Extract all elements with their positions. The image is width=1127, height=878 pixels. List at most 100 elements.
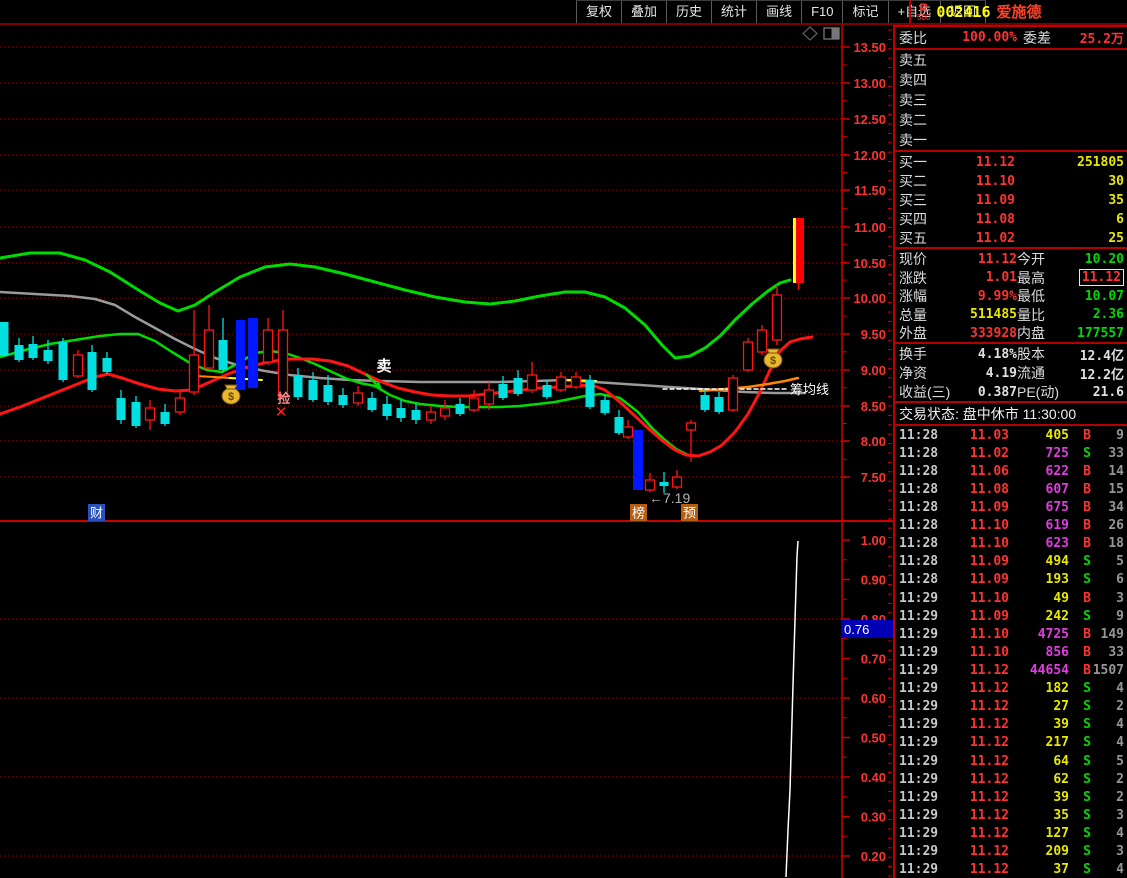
fund-value: 4.18% (977, 346, 1017, 362)
candle-down (160, 412, 170, 424)
tick-row[interactable]: 11:29 11.12 209 S 3 (895, 843, 1127, 861)
tick-list[interactable]: 11:28 11.03 405 B 9 11:28 11.02 725 S 33 11:28 11.0… (895, 426, 1127, 878)
sub-axis-label: 0.90 (861, 573, 886, 588)
tick-row[interactable]: 11:28 11.06 622 B 14 (895, 462, 1127, 480)
tick-price: 11.10 (969, 626, 1009, 642)
tick-count: 6 (1116, 572, 1124, 588)
tick-price: 11.10 (969, 518, 1009, 534)
candle-down (600, 400, 610, 413)
tick-time: 11:29 (899, 608, 939, 624)
price-axis-label: 8.00 (861, 434, 886, 449)
candle-up (555, 376, 567, 391)
tick-row[interactable]: 11:29 11.12 62 S 2 (895, 770, 1127, 788)
tick-price: 11.10 (969, 644, 1009, 660)
diamond-icon[interactable] (802, 26, 818, 41)
tick-count: 3 (1116, 844, 1124, 860)
ask-row[interactable]: 卖二 (895, 110, 1127, 130)
sub-axis-label: 0.30 (861, 810, 886, 825)
tick-row[interactable]: 11:29 11.10 856 B 33 (895, 643, 1127, 661)
tick-volume: 856 (1045, 644, 1069, 660)
toolbar-button-历史[interactable]: 历史 (666, 1, 711, 23)
candle-down (293, 375, 303, 397)
tick-count: 26 (1108, 518, 1124, 534)
weicha-label: 委差 (1023, 29, 1051, 46)
panel-fill (831, 28, 839, 39)
tick-row[interactable]: 11:29 11.12 37 S 4 (895, 861, 1127, 878)
bid-row[interactable]: 买五 11.02 25 (895, 228, 1127, 247)
toolbar-button-统计[interactable]: 统计 (711, 1, 756, 23)
ask-row[interactable]: 卖五 (895, 50, 1127, 70)
bid-row[interactable]: 买四 11.08 6 (895, 209, 1127, 228)
tick-volume: 62 (1053, 771, 1069, 787)
ask-row[interactable]: 卖三 (895, 90, 1127, 110)
bid-price: 11.12 (975, 154, 1015, 170)
fundamental-row: 净资 4.19 流通 12.2亿 (895, 363, 1127, 383)
toolbar-button-复权[interactable]: 复权 (576, 1, 621, 23)
tick-row[interactable]: 11:29 11.10 49 B 3 (895, 589, 1127, 607)
candle-down (43, 350, 53, 361)
tick-time: 11:28 (899, 481, 939, 497)
candle-down (498, 384, 508, 398)
toolbar-button-叠加[interactable]: 叠加 (621, 1, 666, 23)
tick-row[interactable]: 11:29 11.12 39 S 2 (895, 788, 1127, 806)
split-panel-icon[interactable] (823, 27, 840, 40)
event-badge-预[interactable]: 预 (681, 504, 698, 521)
tick-count: 9 (1116, 427, 1124, 443)
tick-row[interactable]: 11:29 11.09 242 S 9 (895, 607, 1127, 625)
candle-down (28, 344, 38, 358)
tick-row[interactable]: 11:28 11.03 405 B 9 (895, 426, 1127, 444)
tick-row[interactable]: 11:28 11.09 193 S 6 (895, 571, 1127, 589)
tick-volume: 193 (1045, 572, 1069, 588)
tick-row[interactable]: 11:29 11.10 4725 B 149 (895, 625, 1127, 643)
bid-row[interactable]: 买一 11.12 251805 (895, 152, 1127, 171)
tick-row[interactable]: 11:28 11.09 675 B 34 (895, 498, 1127, 516)
fundamental-summary: 换手 4.18% 股本 12.4亿 净资 4.19 流通 12.2亿 收益(三) 0.387 PE(… (895, 344, 1127, 401)
tick-row[interactable]: 11:28 11.02 725 S 33 (895, 444, 1127, 462)
candle-up (644, 479, 656, 491)
weibi-row: 委比 100.00% 委差 25.2万 (895, 27, 1127, 48)
tick-volume: 182 (1045, 681, 1069, 697)
candle-down (102, 358, 112, 372)
toolbar-button-画线[interactable]: 画线 (756, 1, 801, 23)
event-badge-榜[interactable]: 榜 (630, 504, 647, 521)
tick-time: 11:29 (899, 825, 939, 841)
quote-value: 2.36 (1092, 307, 1124, 323)
tick-row[interactable]: 11:29 11.12 35 S 3 (895, 806, 1127, 824)
ask-row[interactable]: 卖一 (895, 130, 1127, 150)
bid-row[interactable]: 买三 11.09 35 (895, 190, 1127, 209)
ask-row[interactable]: 卖四 (895, 70, 1127, 90)
tick-volume: 39 (1053, 789, 1069, 805)
toolbar-button-标记[interactable]: 标记 (842, 1, 887, 23)
bid-label: 买一 (899, 154, 927, 170)
candle-up (352, 392, 364, 404)
fund-label: 股本 (1017, 346, 1045, 362)
bid-label: 买二 (899, 173, 927, 189)
tick-row[interactable]: 11:29 11.12 64 S 5 (895, 752, 1127, 770)
bid-row[interactable]: 买二 11.10 30 (895, 171, 1127, 190)
x-marker: ✕ (275, 404, 288, 421)
bid-label: 买五 (899, 230, 927, 246)
tick-row[interactable]: 11:29 11.12 27 S 2 (895, 698, 1127, 716)
tick-row[interactable]: 11:29 11.12 39 S 4 (895, 716, 1127, 734)
tick-row[interactable]: 11:29 11.12 127 S 4 (895, 824, 1127, 842)
tick-count: 4 (1116, 825, 1124, 841)
tick-price: 11.12 (969, 844, 1009, 860)
tick-count: 4 (1116, 717, 1124, 733)
event-badge-财[interactable]: 财 (88, 504, 105, 521)
tick-row[interactable]: 11:29 11.12 182 S 4 (895, 680, 1127, 698)
kline-chart-canvas[interactable]: 13.50 13.00 12.50 12.00 11.50 11.00 10.50 10.00… (0, 0, 893, 878)
candle-down (218, 340, 228, 370)
fund-value: 4.19 (985, 365, 1017, 381)
toolbar-button-F10[interactable]: F10 (801, 1, 842, 23)
tick-row[interactable]: 11:28 11.09 494 S 5 (895, 553, 1127, 571)
tick-volume: 619 (1045, 518, 1069, 534)
quote-summary: 现价 11.12 今开 10.20 涨跌 1.01 最高 11.12 涨幅 9.99% 最低 10.0… (895, 249, 1127, 342)
tick-row[interactable]: 11:28 11.10 623 B 18 (895, 535, 1127, 553)
tick-direction: B (1083, 626, 1091, 642)
tick-row[interactable]: 11:28 11.08 607 B 15 (895, 480, 1127, 498)
tick-row[interactable]: 11:29 11.12 217 S 4 (895, 734, 1127, 752)
tick-price: 11.12 (969, 699, 1009, 715)
tick-row[interactable]: 11:28 11.10 619 B 26 (895, 517, 1127, 535)
candle-up (671, 476, 683, 488)
tick-row[interactable]: 11:29 11.12 44654 B 1507 (895, 661, 1127, 679)
